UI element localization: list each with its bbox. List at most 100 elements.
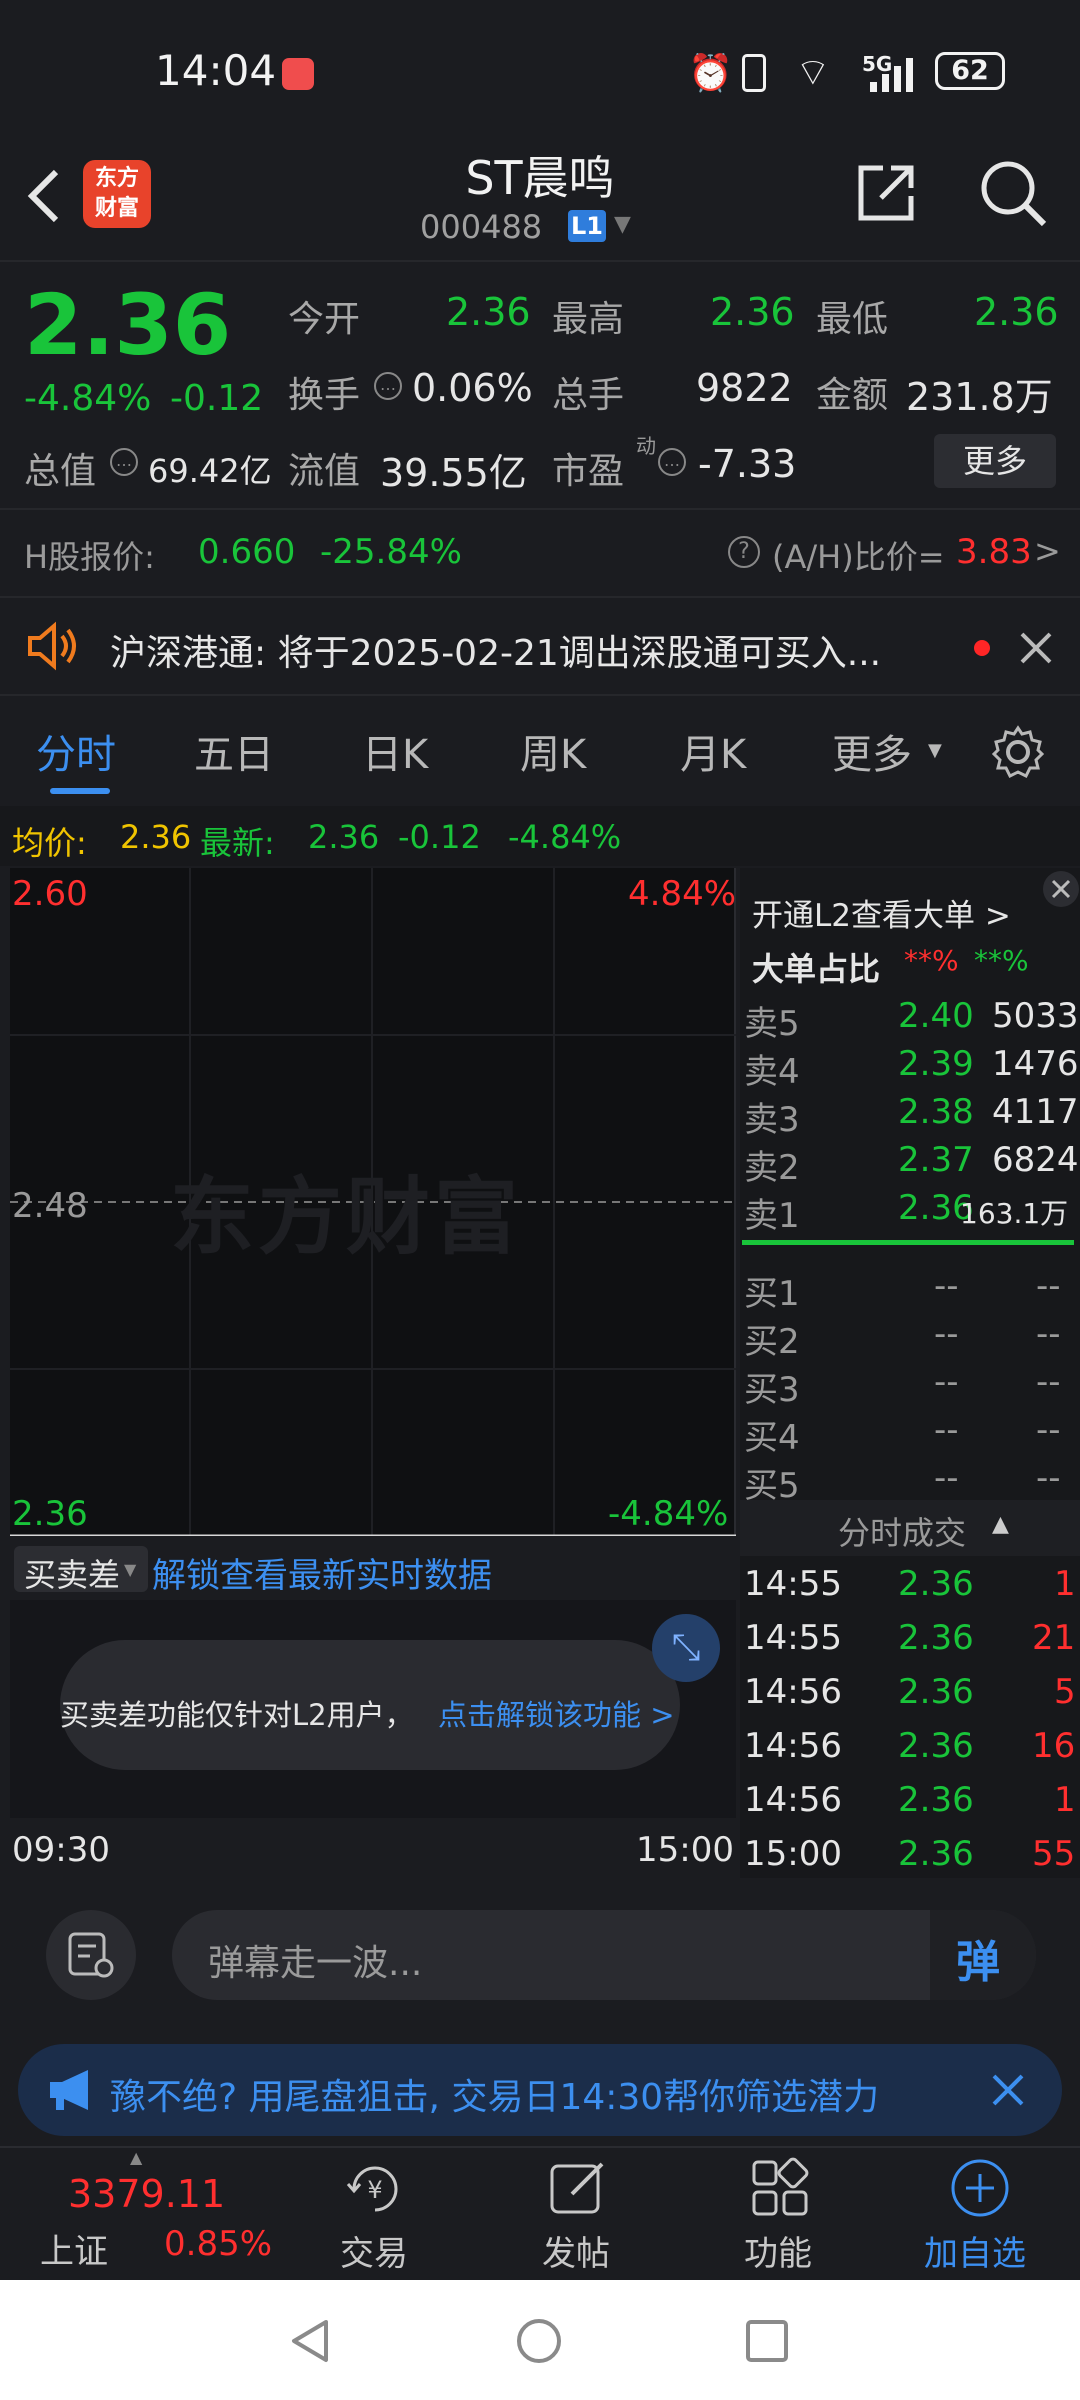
back-icon[interactable] xyxy=(22,166,66,226)
ask-5-label: 卖5 xyxy=(744,1004,800,1044)
book-spread-line xyxy=(742,1240,1074,1245)
danmaku-placeholder[interactable]: 弹幕走一波... xyxy=(208,1934,422,1986)
danmaku-send-label[interactable]: 弹 xyxy=(956,1926,1000,1990)
nav-post[interactable]: 发帖 xyxy=(542,2226,610,2275)
tab-weekly-k[interactable]: 周K xyxy=(520,722,586,780)
change-value: -0.12 xyxy=(170,378,264,419)
promo-text[interactable]: 豫不绝? 用尾盘狙击, 交易日14:30帮你筛选潜力 xyxy=(110,2068,976,2120)
tab-more[interactable]: 更多 xyxy=(832,722,912,780)
index-collapse-icon[interactable]: ▲ xyxy=(130,2148,142,2167)
tab-daily-k[interactable]: 日K xyxy=(362,722,428,780)
index-name[interactable]: 上证 xyxy=(40,2224,108,2273)
low-label: 最低 xyxy=(816,299,889,340)
add-watchlist-icon[interactable] xyxy=(948,2156,1012,2220)
search-icon[interactable] xyxy=(978,158,1048,228)
nav-add-watchlist[interactable]: 加自选 xyxy=(924,2226,1026,2275)
mcap-info-icon[interactable]: … xyxy=(110,448,138,476)
app-logo: 东方 财富 xyxy=(83,160,151,228)
sub-chart-selector-label[interactable]: 买卖差 xyxy=(24,1550,120,1596)
x-axis-end: 15:00 xyxy=(636,1830,734,1870)
locked-unlock-link[interactable]: 点击解锁该功能 > xyxy=(438,1692,675,1734)
high-value: 2.36 xyxy=(710,290,795,334)
tick-6-time: 15:00 xyxy=(744,1834,842,1874)
ah-ratio-label[interactable]: (A/H)比价= xyxy=(772,532,945,578)
ah-ratio-arrow[interactable]: > xyxy=(1034,532,1061,570)
tab-active-indicator xyxy=(50,788,110,794)
big-order-green: **% xyxy=(974,944,1029,977)
settings-gear-icon[interactable] xyxy=(990,724,1046,780)
tick-3-time: 14:56 xyxy=(744,1672,842,1712)
nav-functions[interactable]: 功能 xyxy=(744,2226,812,2275)
bid-4-price: -- xyxy=(934,1410,959,1450)
tab-monthly-k[interactable]: 月K xyxy=(680,722,746,780)
float-value: 39.55亿 xyxy=(380,451,527,495)
l2-upgrade-link[interactable]: 开通L2查看大单 > xyxy=(752,890,1011,935)
bid-5-volume: -- xyxy=(1036,1458,1061,1498)
ah-ratio-value[interactable]: 3.83 xyxy=(956,532,1032,572)
bid-3-label: 买3 xyxy=(744,1370,800,1410)
unlock-realtime-link[interactable]: 解锁查看最新实时数据 xyxy=(152,1548,492,1597)
trade-icon[interactable]: ¥ xyxy=(344,2158,406,2220)
signal-icon xyxy=(870,58,913,92)
notification-icon xyxy=(282,58,314,90)
h-share-price: 0.660 xyxy=(198,532,296,572)
volume-label: 总手 xyxy=(552,375,625,416)
tick-4-volume: 16 xyxy=(1032,1726,1076,1766)
close-notice-icon[interactable] xyxy=(1018,630,1054,666)
more-quote-button[interactable]: 更多 xyxy=(934,434,1056,488)
tick-3-price: 2.36 xyxy=(898,1672,974,1712)
pe-info-icon[interactable]: … xyxy=(658,448,686,476)
ticks-sort-icon[interactable]: ▲ xyxy=(992,1512,1009,1537)
mcap-label: 总值 xyxy=(24,451,97,492)
ah-help-icon[interactable]: ? xyxy=(728,536,760,568)
big-order-label: 大单占比 xyxy=(752,950,881,988)
close-l2-icon[interactable] xyxy=(1042,870,1080,908)
system-recents-icon[interactable] xyxy=(744,2318,790,2364)
system-back-icon[interactable] xyxy=(286,2316,336,2366)
tick-1-volume: 1 xyxy=(1054,1564,1076,1604)
pe-value: -7.33 xyxy=(698,442,797,486)
y-axis-top: 2.60 xyxy=(12,874,88,914)
tick-6-price: 2.36 xyxy=(898,1834,974,1874)
share-icon[interactable] xyxy=(855,162,917,224)
pe-label: 市盈 xyxy=(552,451,625,492)
megaphone-icon xyxy=(50,2070,88,2110)
close-promo-icon[interactable] xyxy=(990,2072,1026,2108)
ask-4-label: 卖4 xyxy=(744,1052,800,1092)
tick-1-time: 14:55 xyxy=(744,1564,842,1604)
code-dropdown-icon[interactable]: ▼ xyxy=(614,212,631,237)
status-time: 14:04 xyxy=(155,46,277,95)
pe-superscript: 动 xyxy=(636,434,656,458)
h-share-pct: -25.84% xyxy=(320,532,462,572)
tab-more-dropdown-icon[interactable]: ▼ xyxy=(928,740,942,761)
functions-grid-icon[interactable] xyxy=(748,2156,812,2220)
tab-five-day[interactable]: 五日 xyxy=(194,722,274,780)
index-value[interactable]: 3379.11 xyxy=(68,2172,225,2216)
tick-3-volume: 5 xyxy=(1054,1672,1076,1712)
sub-chart-dropdown-icon[interactable]: ▼ xyxy=(124,1560,136,1579)
ask-2-price: 2.37 xyxy=(898,1140,974,1180)
latest-label: 最新: xyxy=(200,824,275,862)
speaker-icon xyxy=(28,621,76,671)
ask-3-price: 2.38 xyxy=(898,1092,974,1132)
system-home-icon[interactable] xyxy=(514,2316,564,2366)
latest-pct: -4.84% xyxy=(508,818,622,856)
danmaku-settings-icon[interactable] xyxy=(66,1930,116,1980)
bid-2-volume: -- xyxy=(1036,1314,1061,1354)
low-value: 2.36 xyxy=(974,290,1059,334)
notice-text[interactable]: 沪深港通: 将于2025-02-21调出深股通可买入... xyxy=(110,624,950,676)
stock-name: ST晨鸣 xyxy=(465,151,615,205)
y-axis-bottom: 2.36 xyxy=(12,1494,88,1534)
turnover-info-icon[interactable]: … xyxy=(374,372,402,400)
bid-1-volume: -- xyxy=(1036,1266,1061,1306)
ask-5-price: 2.40 xyxy=(898,996,974,1036)
index-pct[interactable]: 0.85% xyxy=(164,2224,272,2264)
post-icon[interactable] xyxy=(546,2156,610,2220)
nav-trade[interactable]: 交易 xyxy=(340,2226,408,2275)
tick-5-time: 14:56 xyxy=(744,1780,842,1820)
ticks-header[interactable]: 分时成交 xyxy=(838,1508,966,1554)
tab-intraday[interactable]: 分时 xyxy=(36,722,116,780)
tick-4-price: 2.36 xyxy=(898,1726,974,1766)
latest-change: -0.12 xyxy=(398,818,481,856)
expand-icon[interactable]: ⤡ xyxy=(652,1614,720,1682)
